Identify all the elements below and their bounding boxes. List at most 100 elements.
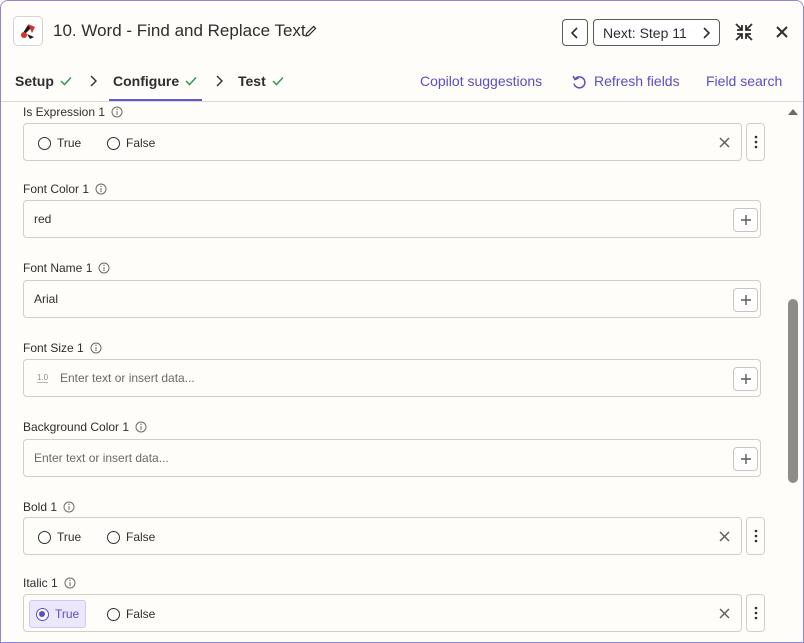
italic-true-option[interactable]: True [29, 600, 87, 628]
info-icon[interactable] [135, 421, 147, 433]
more-vertical-icon [754, 606, 757, 620]
is-expression-label: Is Expression 1 [23, 105, 123, 119]
field-search-link[interactable]: Field search [706, 73, 782, 89]
chevron-left-icon [570, 26, 578, 39]
font-name-label: Font Name 1 [23, 261, 110, 275]
tab-test-label: Test [238, 73, 266, 89]
info-icon[interactable] [98, 262, 110, 274]
italic-more-button[interactable] [746, 594, 765, 632]
chevron-right-icon [90, 75, 97, 87]
next-step-button[interactable]: Next: Step 11 [593, 19, 720, 46]
radio-circle [107, 136, 120, 150]
insert-data-button[interactable] [733, 208, 758, 232]
font-color-value: red [34, 212, 52, 226]
next-step-label: Next: Step 11 [603, 24, 687, 41]
font-name-label-text: Font Name 1 [23, 261, 93, 275]
is-expression-more-button[interactable] [746, 123, 765, 161]
italic-false-option[interactable]: False [101, 600, 161, 628]
bold-radio-group: True False [23, 517, 742, 555]
plus-icon [740, 215, 751, 225]
background-color-placeholder: Enter text or insert data... [34, 451, 169, 465]
false-label: False [126, 607, 156, 621]
info-icon[interactable] [90, 342, 102, 354]
bold-label-text: Bold 1 [23, 500, 58, 514]
font-name-value: Arial [34, 292, 59, 306]
tab-configure[interactable]: Configure [113, 73, 197, 89]
word-app-icon [13, 16, 43, 46]
is-expression-true-option[interactable]: True [32, 129, 87, 157]
info-icon[interactable] [95, 183, 107, 195]
pencil-edit-icon[interactable] [304, 24, 318, 38]
panel-header: 10. Word - Find and Replace Text Next: S… [1, 1, 803, 63]
font-size-placeholder: Enter text or insert data... [60, 371, 195, 385]
info-icon[interactable] [63, 501, 75, 513]
tab-setup[interactable]: Setup [15, 73, 72, 89]
more-vertical-icon [754, 529, 757, 543]
bold-more-button[interactable] [746, 517, 765, 555]
refresh-icon[interactable] [571, 74, 587, 90]
check-icon [272, 76, 284, 86]
radio-circle-selected [36, 607, 49, 621]
radio-circle [107, 607, 120, 621]
false-label: False [126, 530, 156, 544]
chevron-right-icon [703, 27, 711, 39]
previous-step-button[interactable] [562, 19, 588, 46]
font-size-label: Font Size 1 [23, 341, 102, 355]
chevron-right-icon [216, 75, 223, 87]
clear-icon[interactable] [719, 608, 730, 619]
step-editor-panel: 10. Word - Find and Replace Text Next: S… [0, 0, 804, 643]
is-expression-radio-group: True False [23, 123, 742, 161]
plus-icon [740, 454, 751, 464]
refresh-fields-link[interactable]: Refresh fields [594, 73, 680, 89]
true-label: True [55, 607, 80, 621]
insert-data-button[interactable] [733, 288, 758, 312]
is-expression-false-option[interactable]: False [101, 129, 161, 157]
is-expression-label-text: Is Expression 1 [23, 105, 106, 119]
bold-true-option[interactable]: True [32, 523, 87, 551]
false-label: False [126, 136, 156, 150]
tab-test[interactable]: Test [238, 73, 284, 89]
tab-configure-label: Configure [113, 73, 180, 89]
clear-icon[interactable] [719, 531, 730, 542]
font-size-label-text: Font Size 1 [23, 341, 84, 355]
step-tabs: Setup Configure Test Copilot suggestions [1, 63, 803, 102]
plus-icon [740, 374, 751, 384]
radio-circle [38, 136, 51, 150]
true-label: True [57, 530, 82, 544]
scroll-up-arrow-icon[interactable] [787, 108, 799, 116]
check-icon [60, 76, 72, 86]
true-label: True [57, 136, 82, 150]
italic-radio-group: True False [23, 594, 742, 632]
bold-false-option[interactable]: False [101, 523, 161, 551]
fields-scroll-area[interactable]: Is Expression 1 True False Font Color 1 … [1, 102, 803, 642]
copilot-suggestions-link[interactable]: Copilot suggestions [420, 73, 542, 89]
number-type-badge: 1.0 [37, 373, 49, 383]
plus-icon [740, 295, 751, 305]
tab-setup-label: Setup [15, 73, 54, 89]
collapse-icon[interactable] [734, 22, 754, 42]
background-color-input[interactable]: Enter text or insert data... [23, 439, 761, 477]
step-title: 10. Word - Find and Replace Text [53, 21, 306, 40]
close-icon[interactable] [775, 25, 789, 39]
clear-icon[interactable] [719, 137, 730, 148]
scrollbar-thumb[interactable] [788, 299, 798, 483]
background-color-label-text: Background Color 1 [23, 420, 130, 434]
font-color-input[interactable]: red [23, 200, 761, 238]
background-color-label: Background Color 1 [23, 420, 147, 434]
active-tab-indicator [109, 99, 202, 101]
insert-data-button[interactable] [733, 367, 758, 391]
radio-circle [38, 530, 51, 544]
insert-data-button[interactable] [733, 447, 758, 471]
radio-circle [107, 530, 120, 544]
font-size-input[interactable]: 1.0 Enter text or insert data... [23, 359, 761, 397]
check-icon [185, 76, 197, 86]
font-color-label-text: Font Color 1 [23, 182, 90, 196]
info-icon[interactable] [64, 577, 76, 589]
italic-label: Italic 1 [23, 576, 76, 590]
font-color-label: Font Color 1 [23, 182, 107, 196]
font-name-input[interactable]: Arial [23, 280, 761, 318]
more-vertical-icon [754, 135, 757, 149]
info-icon[interactable] [111, 106, 123, 118]
italic-label-text: Italic 1 [23, 576, 58, 590]
bold-label: Bold 1 [23, 500, 75, 514]
